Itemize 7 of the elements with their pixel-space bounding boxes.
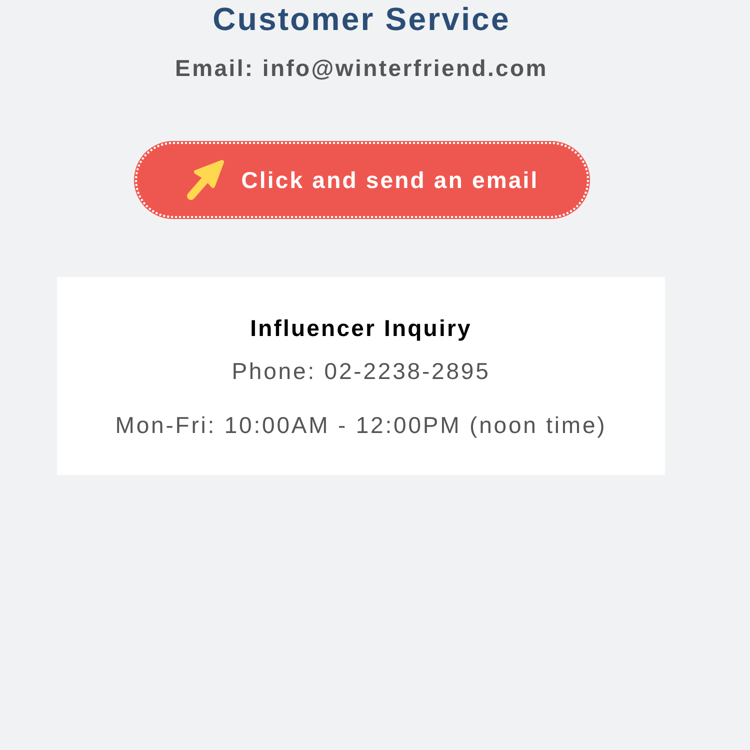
cursor-arrow-icon [186, 160, 224, 200]
email-address: Email: info@winterfriend.com [175, 55, 548, 81]
contact-info-text: Phone: 02-2238-2895 [232, 357, 490, 385]
card-title: Influencer Inquiry [250, 314, 472, 342]
page-title: Customer Service [212, 0, 510, 38]
send-email-button[interactable]: Click and send an email [134, 141, 590, 219]
contact-info-text: Mon-Fri: 10:00AM - 12:00PM (noon time) [115, 411, 607, 439]
